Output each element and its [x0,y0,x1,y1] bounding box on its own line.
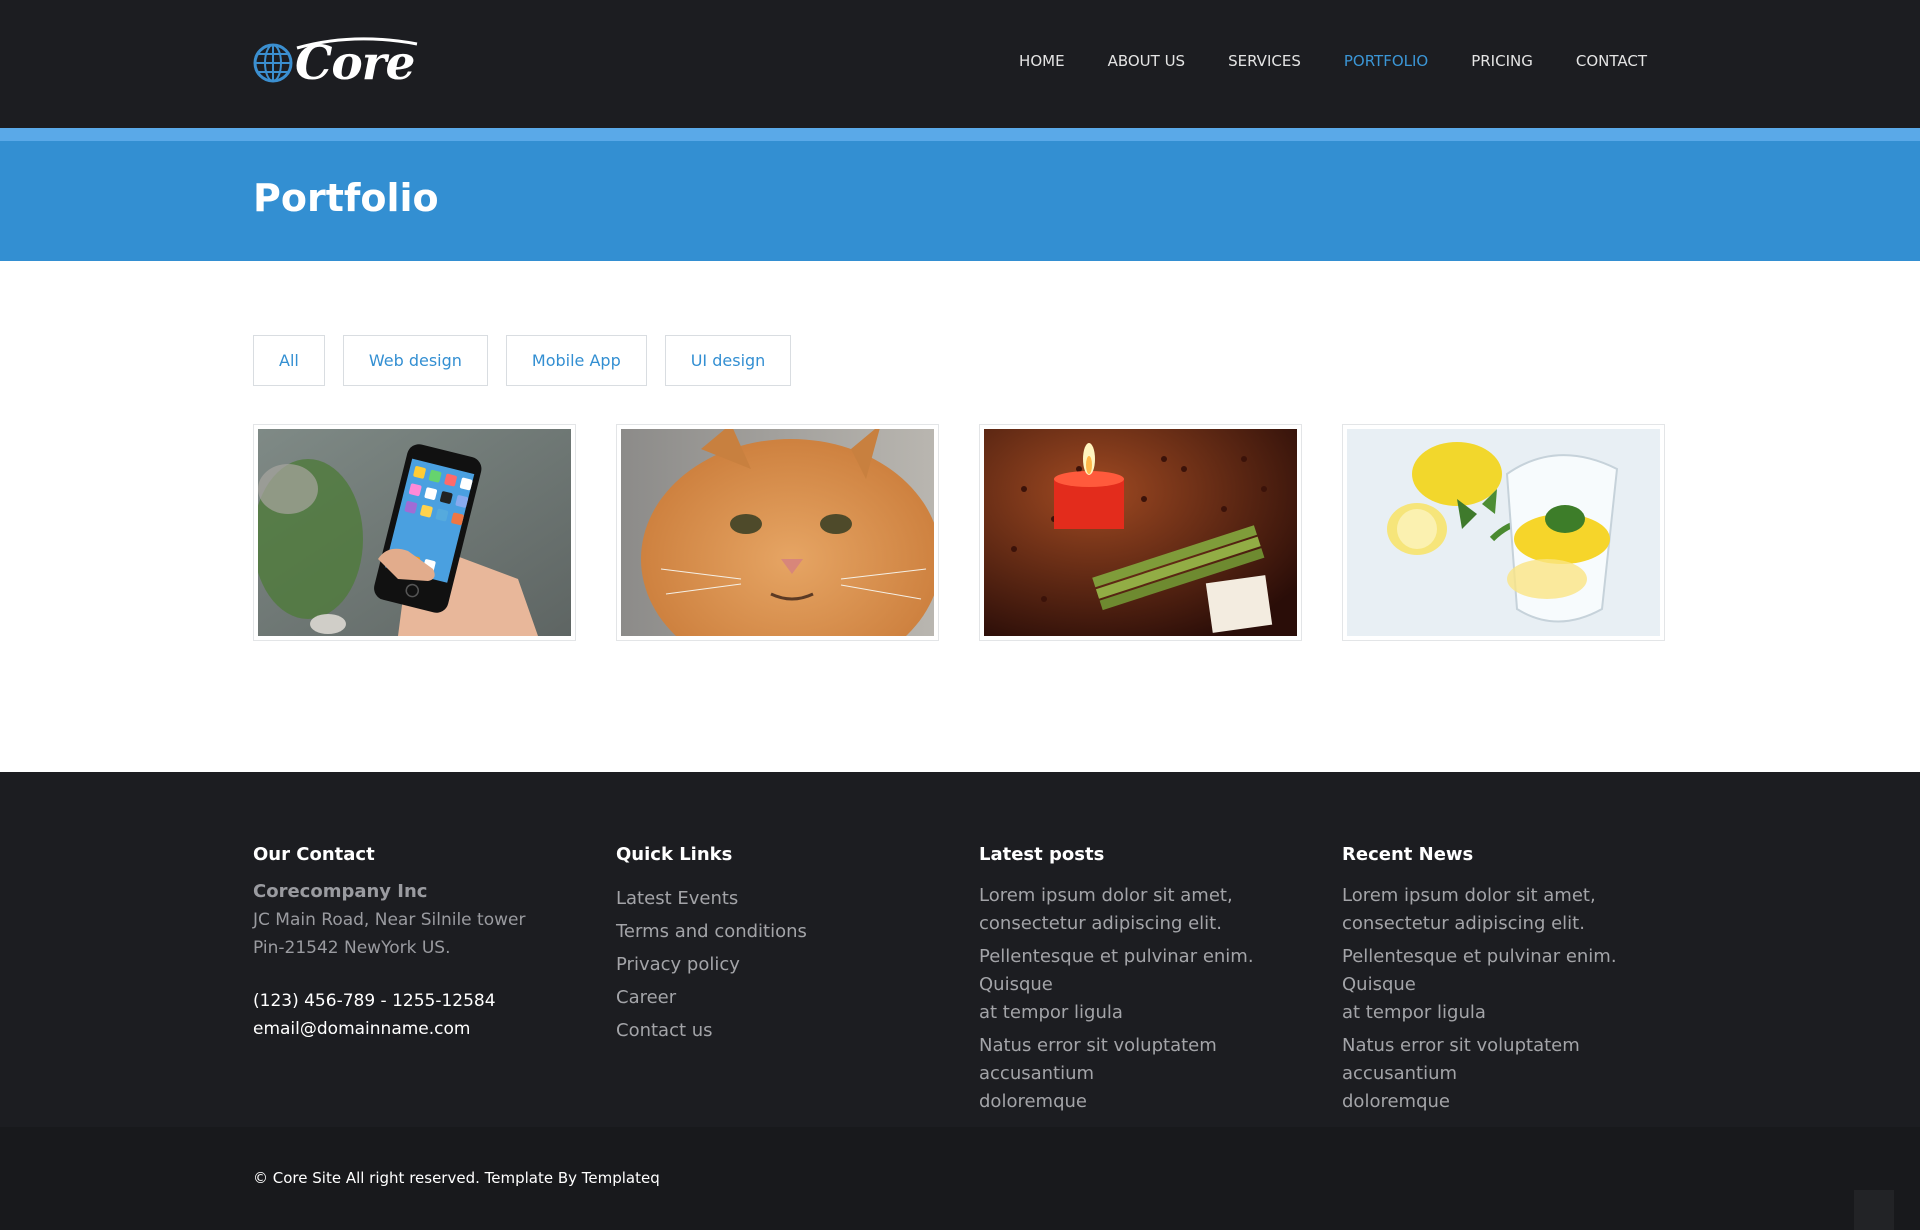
post-line: Natus error sit voluptatem accusantium [979,1035,1217,1084]
portfolio-image-candle [984,429,1297,636]
footer-recent-news: Recent News Lorem ipsum dolor sit amet, … [1342,844,1682,1121]
post-line: Lorem ipsum dolor sit amet, [979,885,1233,906]
post-line: doloremque [979,1091,1087,1112]
news-line: Lorem ipsum dolor sit amet, [1342,885,1596,906]
footer-heading: Latest posts [979,844,1105,865]
globe-icon [253,43,293,83]
quick-link-privacy[interactable]: Privacy policy [616,948,956,981]
news-line: at tempor ligula [1342,1002,1486,1023]
quick-link-contact[interactable]: Contact us [616,1014,956,1047]
portfolio-filters: All Web design Mobile App UI design [253,335,809,386]
news-line: Natus error sit voluptatem accusantium [1342,1035,1580,1084]
post-line: consectetur adipiscing elit. [979,913,1222,934]
main-nav: HOME ABOUT US SERVICES PORTFOLIO PRICING… [976,52,1647,70]
news-line: consectetur adipiscing elit. [1342,913,1585,934]
accent-stripe [0,128,1920,141]
news-link[interactable]: Lorem ipsum dolor sit amet, consectetur … [1342,882,1682,938]
portfolio-image-cat [621,429,934,636]
nav-about-us[interactable]: ABOUT US [1108,52,1186,70]
footer-quick-links: Quick Links Latest Events Terms and cond… [616,844,956,1047]
site-logo[interactable]: Core [253,36,423,90]
news-line: Pellentesque et pulvinar enim. Quisque [1342,946,1617,995]
address-line: JC Main Road, Near Silnile tower [253,910,526,930]
portfolio-item[interactable] [616,424,939,641]
footer-latest-posts: Latest posts Lorem ipsum dolor sit amet,… [979,844,1319,1121]
footer-contact: Our Contact Corecompany Inc JC Main Road… [253,844,593,1043]
news-line: doloremque [1342,1091,1450,1112]
copyright-text: © Core Site All right reserved. Template… [253,1169,660,1187]
bottom-bar: © Core Site All right reserved. Template… [0,1127,1920,1230]
page-banner: Portfolio [0,141,1920,261]
filter-mobile-app-button[interactable]: Mobile App [505,335,647,386]
scroll-to-top-button[interactable] [1854,1190,1894,1230]
site-footer: Our Contact Corecompany Inc JC Main Road… [0,772,1920,1127]
footer-heading: Quick Links [616,844,733,865]
address-line: Pin-21542 NewYork US. [253,938,451,958]
post-link[interactable]: Lorem ipsum dolor sit amet, consectetur … [979,882,1319,938]
quick-link-latest-events[interactable]: Latest Events [616,882,956,915]
portfolio-image-lemon [1347,429,1660,636]
phone-number[interactable]: (123) 456-789 - 1255-12584 [253,987,593,1015]
portfolio-item[interactable] [253,424,576,641]
email-link[interactable]: email@domainname.com [253,1015,593,1043]
footer-heading: Recent News [1342,844,1474,865]
post-line: at tempor ligula [979,1002,1123,1023]
portfolio-grid [253,424,1665,641]
post-line: Pellentesque et pulvinar enim. Quisque [979,946,1254,995]
page-title: Portfolio [253,176,439,220]
nav-services[interactable]: SERVICES [1228,52,1301,70]
news-link[interactable]: Pellentesque et pulvinar enim. Quisque a… [1342,943,1682,1027]
filter-ui-design-button[interactable]: UI design [664,335,792,386]
news-link[interactable]: Natus error sit voluptatem accusantium d… [1342,1032,1682,1116]
filter-web-design-button[interactable]: Web design [342,335,488,386]
filter-all-button[interactable]: All [253,335,325,386]
nav-portfolio[interactable]: PORTFOLIO [1344,52,1428,70]
portfolio-item[interactable] [979,424,1302,641]
quick-link-career[interactable]: Career [616,981,956,1014]
portfolio-image-phone [258,429,571,636]
logo-swoosh [296,37,418,50]
quick-link-terms[interactable]: Terms and conditions [616,915,956,948]
post-link[interactable]: Natus error sit voluptatem accusantium d… [979,1032,1319,1116]
nav-pricing[interactable]: PRICING [1471,52,1533,70]
company-name: Corecompany Inc [253,881,428,902]
footer-heading: Our Contact [253,844,375,865]
nav-contact[interactable]: CONTACT [1576,52,1647,70]
post-link[interactable]: Pellentesque et pulvinar enim. Quisque a… [979,943,1319,1027]
site-header: Core HOME ABOUT US SERVICES PORTFOLIO PR… [0,0,1920,128]
nav-home[interactable]: HOME [1019,52,1065,70]
portfolio-item[interactable] [1342,424,1665,641]
